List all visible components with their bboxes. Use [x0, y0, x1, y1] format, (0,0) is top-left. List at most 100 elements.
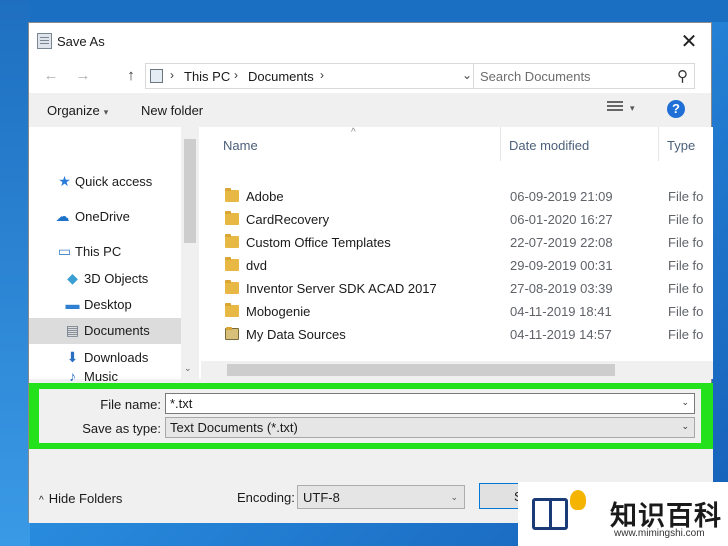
column-header-date[interactable]: Date modified: [501, 127, 659, 161]
forward-arrow-icon[interactable]: →: [73, 67, 93, 85]
sidebar-item-desktop[interactable]: ▬ Desktop: [29, 292, 181, 318]
encoding-value: UTF-8: [303, 490, 340, 505]
help-icon[interactable]: ?: [667, 100, 685, 118]
sidebar-item-label: Downloads: [84, 350, 149, 365]
file-type: File fo: [668, 212, 704, 227]
sidebar-item-this-pc[interactable]: ▭ This PC: [29, 239, 181, 265]
sidebar-item-downloads[interactable]: ⬇ Downloads: [29, 345, 181, 371]
file-name: CardRecovery: [246, 212, 330, 227]
chevron-down-icon: ⌄: [450, 492, 458, 502]
highlight-box: File name: *.txt ⌄ Save as type: Text Do…: [29, 383, 713, 449]
watermark: 知识百科 www.mimingshi.com: [518, 482, 728, 546]
chevron-down-icon[interactable]: ▾: [630, 103, 635, 114]
scrollbar-thumb[interactable]: [227, 364, 615, 376]
file-type: File fo: [668, 304, 704, 319]
view-options-icon[interactable]: [607, 101, 623, 115]
sidebar-item-label: Desktop: [84, 297, 132, 312]
file-row[interactable]: Mobogenie 04-11-2019 18:41 File fo: [201, 301, 713, 324]
star-icon: ★: [58, 173, 71, 189]
folder-icon: [225, 234, 239, 248]
this-pc-icon: [150, 69, 163, 83]
file-type: File fo: [668, 189, 704, 204]
breadcrumb-documents[interactable]: Documents: [248, 69, 314, 84]
search-icon[interactable]: ⚲: [677, 67, 688, 85]
breadcrumb-this-pc[interactable]: This PC: [184, 69, 230, 84]
save-as-type-label: Save as type:: [82, 421, 161, 436]
column-header-label: Date modified: [509, 138, 590, 153]
file-date: 04-11-2019 18:41: [510, 304, 612, 319]
file-name-field[interactable]: *.txt ⌄: [165, 393, 695, 414]
column-header-label: Name: [223, 138, 258, 153]
file-row[interactable]: Adobe 06-09-2019 21:09 File fo: [201, 186, 713, 209]
folder-icon: [225, 211, 239, 225]
encoding-select[interactable]: UTF-8 ⌄: [297, 485, 465, 509]
chevron-down-icon[interactable]: ⌄: [184, 363, 192, 374]
sidebar-item-music[interactable]: ♪ Music: [29, 369, 181, 384]
new-folder-button[interactable]: New folder: [141, 103, 203, 118]
sidebar-item-3d-objects[interactable]: ◆ 3D Objects: [29, 266, 181, 292]
sidebar-item-label: 3D Objects: [84, 271, 149, 286]
breadcrumb-separator: ›: [320, 68, 324, 82]
file-name: Inventor Server SDK ACAD 2017: [246, 281, 437, 296]
desktop-background-top: [0, 0, 728, 22]
file-type: File fo: [668, 258, 704, 273]
file-row[interactable]: Inventor Server SDK ACAD 2017 27-08-2019…: [201, 278, 713, 301]
data-sources-folder-icon: [225, 327, 239, 340]
folder-icon: [225, 188, 239, 202]
computer-icon: ▭: [57, 243, 72, 259]
folder-icon: [225, 280, 239, 294]
sidebar-item-label: OneDrive: [75, 209, 130, 224]
file-name: Mobogenie: [246, 304, 311, 319]
save-as-dialog: Save As ✕ ← → ↑ › This PC › Documents › …: [28, 22, 713, 523]
command-toolbar: Organize ▾ New folder ▾ ?: [29, 93, 711, 127]
navigation-pane: ★ Quick access ☁ OneDrive ▭ This PC ◆ 3D…: [29, 127, 201, 384]
up-arrow-icon[interactable]: ↑: [121, 67, 141, 85]
file-name: dvd: [246, 258, 267, 273]
notepad-icon: [37, 33, 52, 49]
save-as-type-select[interactable]: Text Documents (*.txt) ⌄: [165, 417, 695, 438]
file-name-label: File name:: [100, 397, 161, 412]
file-date: 22-07-2019 22:08: [510, 235, 613, 250]
column-header-name[interactable]: Name: [201, 127, 501, 161]
sidebar-scrollbar[interactable]: ⌄: [181, 127, 199, 379]
book-icon: [532, 498, 568, 530]
desktop-background-left: [0, 0, 30, 546]
save-fields-panel: File name: *.txt ⌄ Save as type: Text Do…: [39, 389, 701, 443]
search-placeholder: Search Documents: [480, 69, 591, 84]
hide-folders-button[interactable]: ^ Hide Folders: [39, 491, 122, 506]
organize-label: Organize: [47, 103, 100, 118]
file-date: 29-09-2019 00:31: [510, 258, 613, 273]
address-dropdown-icon[interactable]: ⌄: [462, 68, 472, 82]
file-type: File fo: [668, 281, 704, 296]
file-row[interactable]: My Data Sources 04-11-2019 14:57 File fo: [201, 324, 713, 347]
title-bar[interactable]: Save As ✕: [29, 23, 711, 59]
chevron-down-icon[interactable]: ⌄: [681, 397, 689, 408]
search-input[interactable]: Search Documents ⚲: [473, 63, 695, 89]
sidebar-item-documents[interactable]: ▤ Documents: [29, 318, 181, 344]
file-row[interactable]: dvd 29-09-2019 00:31 File fo: [201, 255, 713, 278]
document-icon: ▤: [65, 322, 80, 338]
lightbulb-icon: [570, 490, 586, 510]
horizontal-scrollbar[interactable]: [201, 361, 713, 379]
file-row[interactable]: CardRecovery 06-01-2020 16:27 File fo: [201, 209, 713, 232]
sidebar-item-onedrive[interactable]: ☁ OneDrive: [29, 204, 181, 230]
cloud-icon: ☁: [55, 208, 70, 224]
folder-icon: [225, 303, 239, 317]
scrollbar-thumb[interactable]: [184, 139, 196, 243]
chevron-down-icon[interactable]: ⌄: [681, 421, 689, 432]
close-button[interactable]: ✕: [667, 23, 711, 59]
music-icon: ♪: [69, 368, 76, 384]
chevron-up-icon: ^: [39, 495, 44, 506]
organize-button[interactable]: Organize ▾: [47, 103, 108, 118]
file-name-value: *.txt: [170, 396, 193, 411]
sidebar-item-quick-access[interactable]: ★ Quick access: [29, 169, 181, 195]
address-bar[interactable]: › This PC › Documents › ⌄ ↻: [145, 63, 501, 89]
back-arrow-icon[interactable]: ←: [41, 67, 61, 85]
navigation-bar: ← → ↑ › This PC › Documents › ⌄ ↻ Search…: [29, 59, 711, 93]
encoding-label: Encoding:: [237, 490, 295, 505]
file-row[interactable]: Custom Office Templates 22-07-2019 22:08…: [201, 232, 713, 255]
file-name: Custom Office Templates: [246, 235, 391, 250]
sidebar-item-label: Documents: [84, 323, 150, 338]
column-header-type[interactable]: Type: [659, 127, 713, 161]
file-type: File fo: [668, 327, 704, 342]
